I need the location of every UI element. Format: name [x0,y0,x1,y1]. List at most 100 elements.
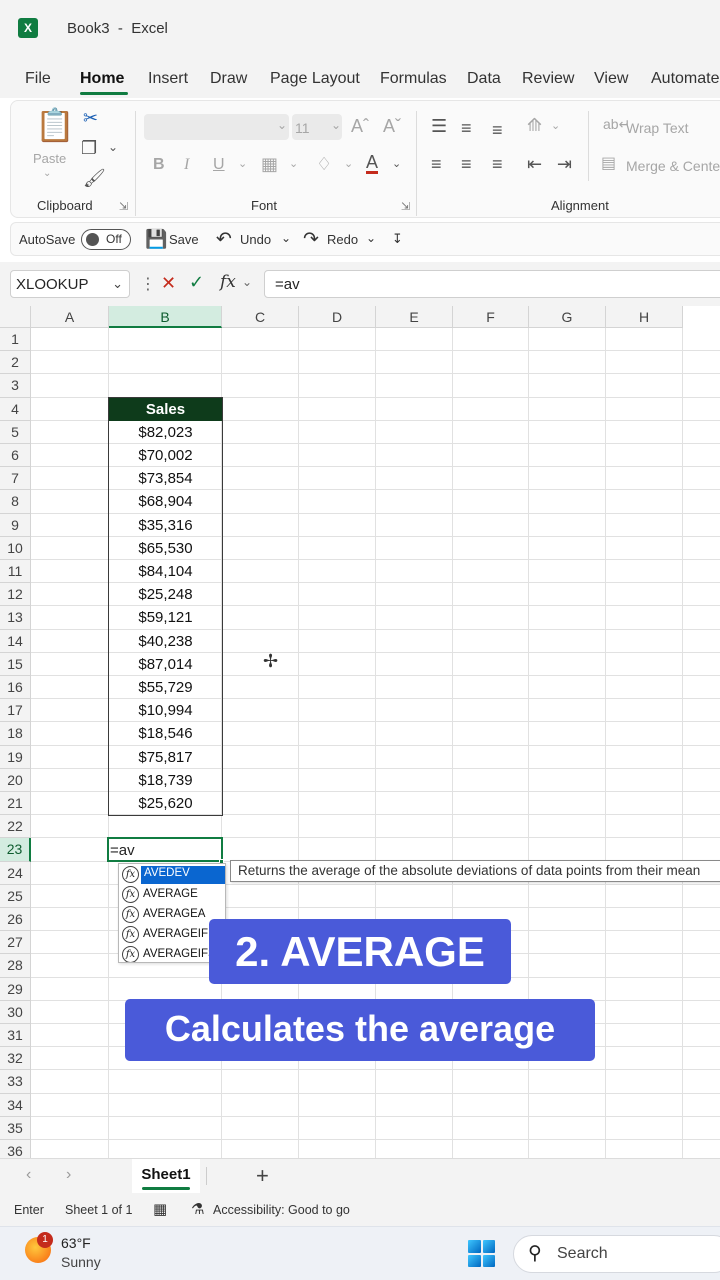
tab-home[interactable]: Home [80,70,124,88]
bottom-align-icon[interactable]: ≡ [492,121,503,139]
align-right-icon[interactable]: ≡ [492,155,503,173]
macro-recording-icon[interactable]: ▦ [153,1200,167,1218]
font-size-chevron-icon[interactable]: ⌄ [331,119,341,131]
italic-button[interactable]: I [184,156,189,174]
row-header-21[interactable]: 21 [0,792,31,816]
tab-file[interactable]: File [25,70,51,88]
tab-page-layout[interactable]: Page Layout [270,70,360,88]
enter-check-icon[interactable]: ✓ [189,272,204,293]
row-header-7[interactable]: 7 [0,467,31,491]
column-header-h[interactable]: H [606,306,683,328]
row-header-27[interactable]: 27 [0,931,31,955]
save-icon[interactable]: 💾 [145,229,167,250]
weather-condition[interactable]: Sunny [61,1254,101,1270]
column-header-b[interactable]: B [109,306,222,328]
font-name-dropdown[interactable] [144,114,289,140]
row-header-1[interactable]: 1 [0,328,31,352]
borders-icon[interactable]: ▦ [261,155,278,173]
decrease-indent-icon[interactable]: ⇤ [527,155,542,173]
column-header-f[interactable]: F [453,306,529,328]
middle-align-icon[interactable]: ≡ [461,119,472,137]
wrap-text-button[interactable]: Wrap Text [626,120,689,136]
row-header-35[interactable]: 35 [0,1116,31,1140]
bold-button[interactable]: B [153,156,165,174]
row-header-5[interactable]: 5 [0,420,31,444]
row-header-30[interactable]: 30 [0,1000,31,1024]
taskbar-search[interactable]: ⚲ Search [513,1235,720,1273]
row-header-22[interactable]: 22 [0,815,31,839]
row-header-26[interactable]: 26 [0,908,31,932]
fx-chevron-icon[interactable]: ⌄ [242,275,252,289]
chevron-left-icon[interactable]: ‹ [26,1166,31,1184]
autocomplete-item[interactable]: fx AVERAGE [119,885,225,905]
row-header-19[interactable]: 19 [0,745,31,769]
row-header-32[interactable]: 32 [0,1047,31,1071]
insert-function-icon[interactable]: fx [220,272,236,292]
row-header-8[interactable]: 8 [0,490,31,514]
top-align-icon[interactable]: ☰ [431,117,447,135]
increase-font-icon[interactable]: Aˆ [351,117,369,135]
format-painter-icon[interactable]: 🖌 [83,169,106,187]
column-header-e[interactable]: E [376,306,453,328]
row-header-18[interactable]: 18 [0,722,31,746]
paste-label[interactable]: Paste [33,151,66,166]
tab-draw[interactable]: Draw [210,70,247,88]
row-header-9[interactable]: 9 [0,513,31,537]
undo-chevron-icon[interactable]: ⌄ [281,231,291,245]
row-header-12[interactable]: 12 [0,583,31,607]
row-header-20[interactable]: 20 [0,768,31,792]
redo-chevron-icon[interactable]: ⌄ [366,231,376,245]
fill-color-icon[interactable]: ♢ [316,155,332,173]
row-header-3[interactable]: 3 [0,374,31,398]
column-header-g[interactable]: G [529,306,606,328]
save-button[interactable]: Save [169,232,199,247]
autosave-toggle[interactable]: Off [81,229,131,250]
row-header-36[interactable]: 36 [0,1140,31,1158]
undo-icon[interactable]: ↶ [216,228,232,251]
decrease-font-icon[interactable]: Aˇ [383,117,401,135]
font-color-icon[interactable]: A [366,153,379,174]
tab-insert[interactable]: Insert [148,70,188,88]
formula-input[interactable]: =av [264,270,720,298]
tab-review[interactable]: Review [522,70,574,88]
tab-view[interactable]: View [594,70,628,88]
select-all-corner[interactable] [0,306,31,328]
increase-indent-icon[interactable]: ⇥ [557,155,572,173]
orientation-chevron-icon[interactable]: ⌄ [551,121,560,132]
row-header-24[interactable]: 24 [0,861,31,885]
row-header-2[interactable]: 2 [0,351,31,375]
autocomplete-item[interactable]: fx AVEDEV [119,865,225,885]
chevron-right-icon[interactable]: › [66,1166,71,1184]
column-header-c[interactable]: C [222,306,299,328]
clipboard-launcher-icon[interactable]: ⇲ [119,200,128,213]
tab-data[interactable]: Data [467,70,501,88]
row-header-10[interactable]: 10 [0,536,31,560]
windows-start-icon[interactable] [468,1240,495,1267]
row-header-6[interactable]: 6 [0,444,31,468]
row-header-29[interactable]: 29 [0,977,31,1001]
row-header-34[interactable]: 34 [0,1093,31,1117]
row-header-28[interactable]: 28 [0,954,31,978]
borders-chevron-icon[interactable]: ⌄ [289,159,298,170]
row-header-33[interactable]: 33 [0,1070,31,1094]
row-header-23[interactable]: 23 [0,838,31,862]
row-header-17[interactable]: 17 [0,699,31,723]
fill-color-chevron-icon[interactable]: ⌄ [344,159,353,170]
tab-automate[interactable]: Automate [651,70,719,88]
row-header-31[interactable]: 31 [0,1024,31,1048]
row-header-15[interactable]: 15 [0,652,31,676]
row-header-14[interactable]: 14 [0,629,31,653]
row-header-25[interactable]: 25 [0,884,31,908]
accessibility-icon[interactable]: ⚗ [191,1200,204,1218]
redo-icon[interactable]: ↷ [303,228,319,251]
orientation-icon[interactable]: ⟰ [527,116,542,134]
align-left-icon[interactable]: ≡ [431,155,442,173]
redo-button[interactable]: Redo [327,232,358,247]
active-cell-editor[interactable]: =av [107,837,223,863]
add-sheet-icon[interactable]: + [256,1163,269,1189]
chevron-down-icon[interactable]: ⌄ [112,276,123,292]
row-header-4[interactable]: 4 [0,397,31,421]
column-header-d[interactable]: D [299,306,376,328]
paste-chevron-icon[interactable]: ⌄ [43,169,51,179]
row-header-16[interactable]: 16 [0,676,31,700]
